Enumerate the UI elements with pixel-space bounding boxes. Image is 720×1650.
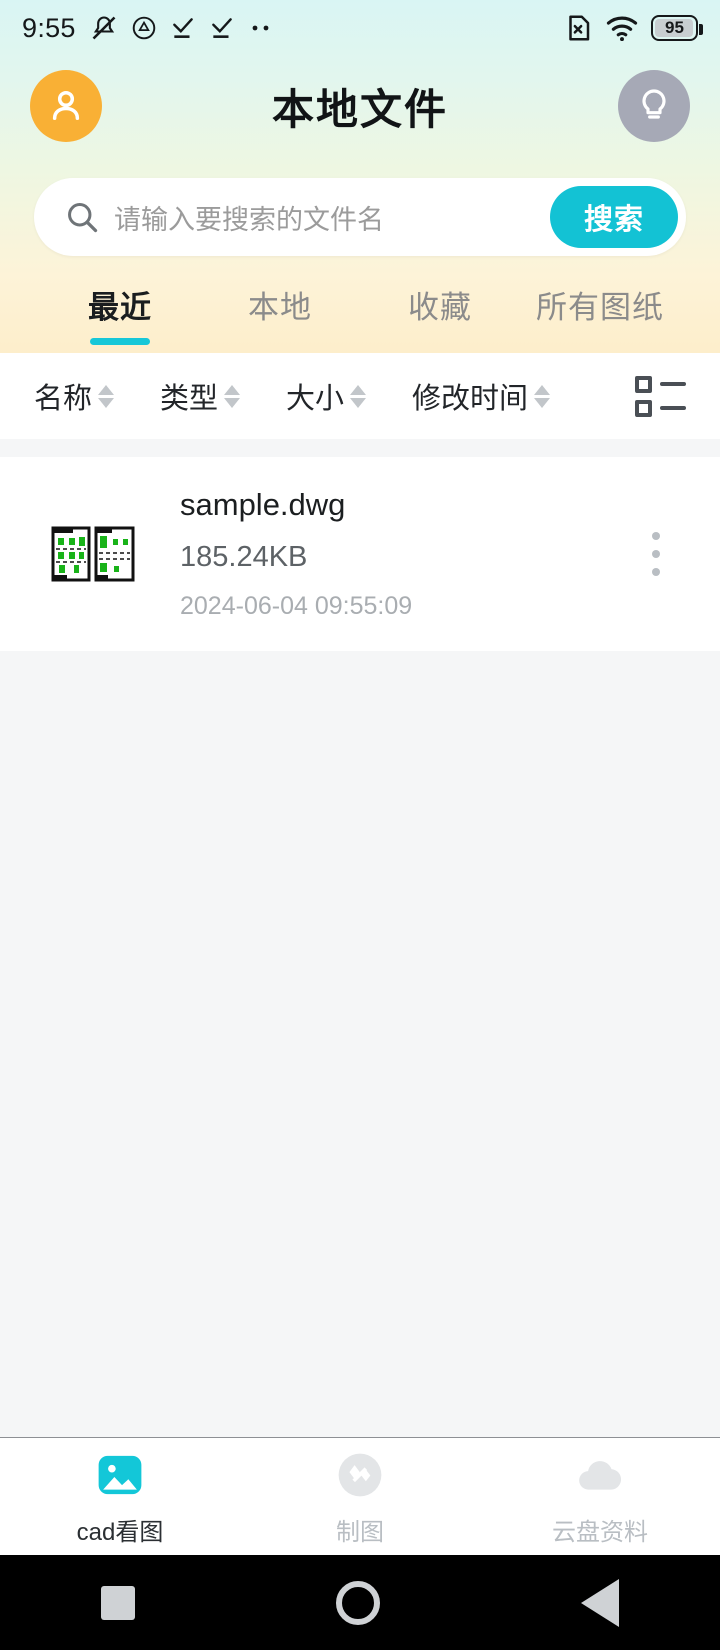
nav-item-cad-viewer[interactable]: cad看图: [0, 1446, 240, 1547]
search-icon: [68, 203, 98, 233]
download-done-icon: [211, 18, 232, 38]
sort-arrows-icon: [224, 384, 241, 408]
sort-label: 名称: [34, 383, 93, 415]
search-section: 请输入要搜索的文件名 搜索: [0, 156, 720, 256]
battery-level: 95: [665, 18, 684, 37]
header-section: 9:55 95 本地文件 请输入要搜索的文件名 搜索 最近 本地 收藏 所有图纸: [0, 0, 720, 353]
tab-recent[interactable]: 最近: [40, 282, 200, 353]
app-screen: 9:55 95 本地文件 请输入要搜索的文件名 搜索 最近 本地 收藏 所有图纸…: [0, 0, 720, 1650]
tips-button[interactable]: [618, 70, 690, 142]
sort-by-modified[interactable]: 修改时间: [412, 375, 551, 417]
sort-label: 大小: [286, 383, 345, 415]
tab-active-indicator: [90, 338, 150, 345]
search-button[interactable]: 搜索: [549, 186, 678, 248]
cad-drawing-thumbnail-icon: [51, 526, 135, 582]
image-icon: [91, 1446, 149, 1504]
triangle-back-icon[interactable]: [581, 1578, 620, 1627]
circle-icon[interactable]: [335, 1580, 380, 1625]
download-done-icon: [172, 18, 193, 38]
nav-label: cad看图: [76, 1519, 164, 1546]
sort-arrows-icon: [350, 384, 367, 408]
more-vertical-icon: [652, 532, 660, 540]
user-avatar-icon: [52, 90, 80, 120]
tab-all-drawings[interactable]: 所有图纸: [520, 282, 680, 353]
sort-by-name[interactable]: 名称: [34, 375, 115, 417]
view-toggle-button[interactable]: [635, 375, 686, 417]
search-bar[interactable]: 请输入要搜索的文件名 搜索: [34, 178, 686, 256]
file-info: sample.dwg 185.24KB 2024-06-04 09:55:09: [152, 487, 626, 621]
title-bar: 本地文件: [0, 56, 720, 156]
mute-icon: [92, 16, 116, 40]
file-modified-date: 2024-06-04 09:55:09: [180, 592, 413, 620]
bottom-navigation: cad看图 制图 云盘资料: [0, 1437, 720, 1555]
sort-label: 类型: [160, 383, 219, 415]
tab-label: 收藏: [408, 290, 472, 325]
file-more-button[interactable]: [626, 532, 686, 576]
file-name: sample.dwg: [180, 487, 346, 522]
tab-label: 本地: [248, 290, 312, 325]
no-sim-icon: [569, 15, 590, 41]
draw-icon: [331, 1446, 389, 1504]
page-title: 本地文件: [271, 85, 448, 133]
more-icon: [252, 25, 269, 31]
list-view-icon: [635, 375, 686, 393]
system-navigation-bar: [0, 1555, 720, 1650]
sort-arrows-icon: [98, 384, 115, 408]
status-time: 9:55: [22, 12, 76, 43]
status-bar: 9:55 95: [0, 0, 720, 56]
tab-bar: 最近 本地 收藏 所有图纸: [0, 256, 720, 353]
cad-drawing-thumbnail: [34, 495, 152, 613]
sort-label: 修改时间: [412, 383, 529, 415]
search-input[interactable]: 请输入要搜索的文件名: [114, 198, 384, 237]
file-size: 185.24KB: [180, 541, 308, 573]
cloud-icon: [571, 1446, 629, 1504]
user-avatar-button[interactable]: [30, 70, 102, 142]
sort-arrows-icon: [534, 384, 551, 408]
drive-icon: [132, 16, 156, 40]
sort-by-size[interactable]: 大小: [286, 375, 367, 417]
table-row[interactable]: sample.dwg 185.24KB 2024-06-04 09:55:09: [0, 457, 720, 651]
status-left-icons: [90, 14, 274, 42]
content-area: 名称 类型 大小 修改时间 sample.dwg 185.24KB 2024-0…: [0, 353, 720, 1437]
sort-bar: 名称 类型 大小 修改时间: [0, 353, 720, 439]
status-right-icons: 95: [563, 13, 703, 43]
square-icon[interactable]: [100, 1585, 135, 1620]
nav-label: 云盘资料: [552, 1519, 648, 1546]
lightbulb-icon: [642, 89, 666, 119]
battery-indicator: 95: [651, 15, 703, 41]
sort-by-type[interactable]: 类型: [160, 375, 241, 417]
nav-label: 制图: [336, 1519, 384, 1546]
tab-label: 最近: [88, 290, 152, 325]
nav-item-drawing[interactable]: 制图: [240, 1446, 480, 1547]
tab-label: 所有图纸: [536, 290, 664, 325]
wifi-icon: [606, 16, 638, 42]
tab-favorites[interactable]: 收藏: [360, 282, 520, 353]
tab-local[interactable]: 本地: [200, 282, 360, 353]
nav-item-cloud-files[interactable]: 云盘资料: [480, 1446, 720, 1547]
search-input-area[interactable]: 请输入要搜索的文件名: [64, 198, 550, 237]
empty-space: [0, 651, 720, 1437]
